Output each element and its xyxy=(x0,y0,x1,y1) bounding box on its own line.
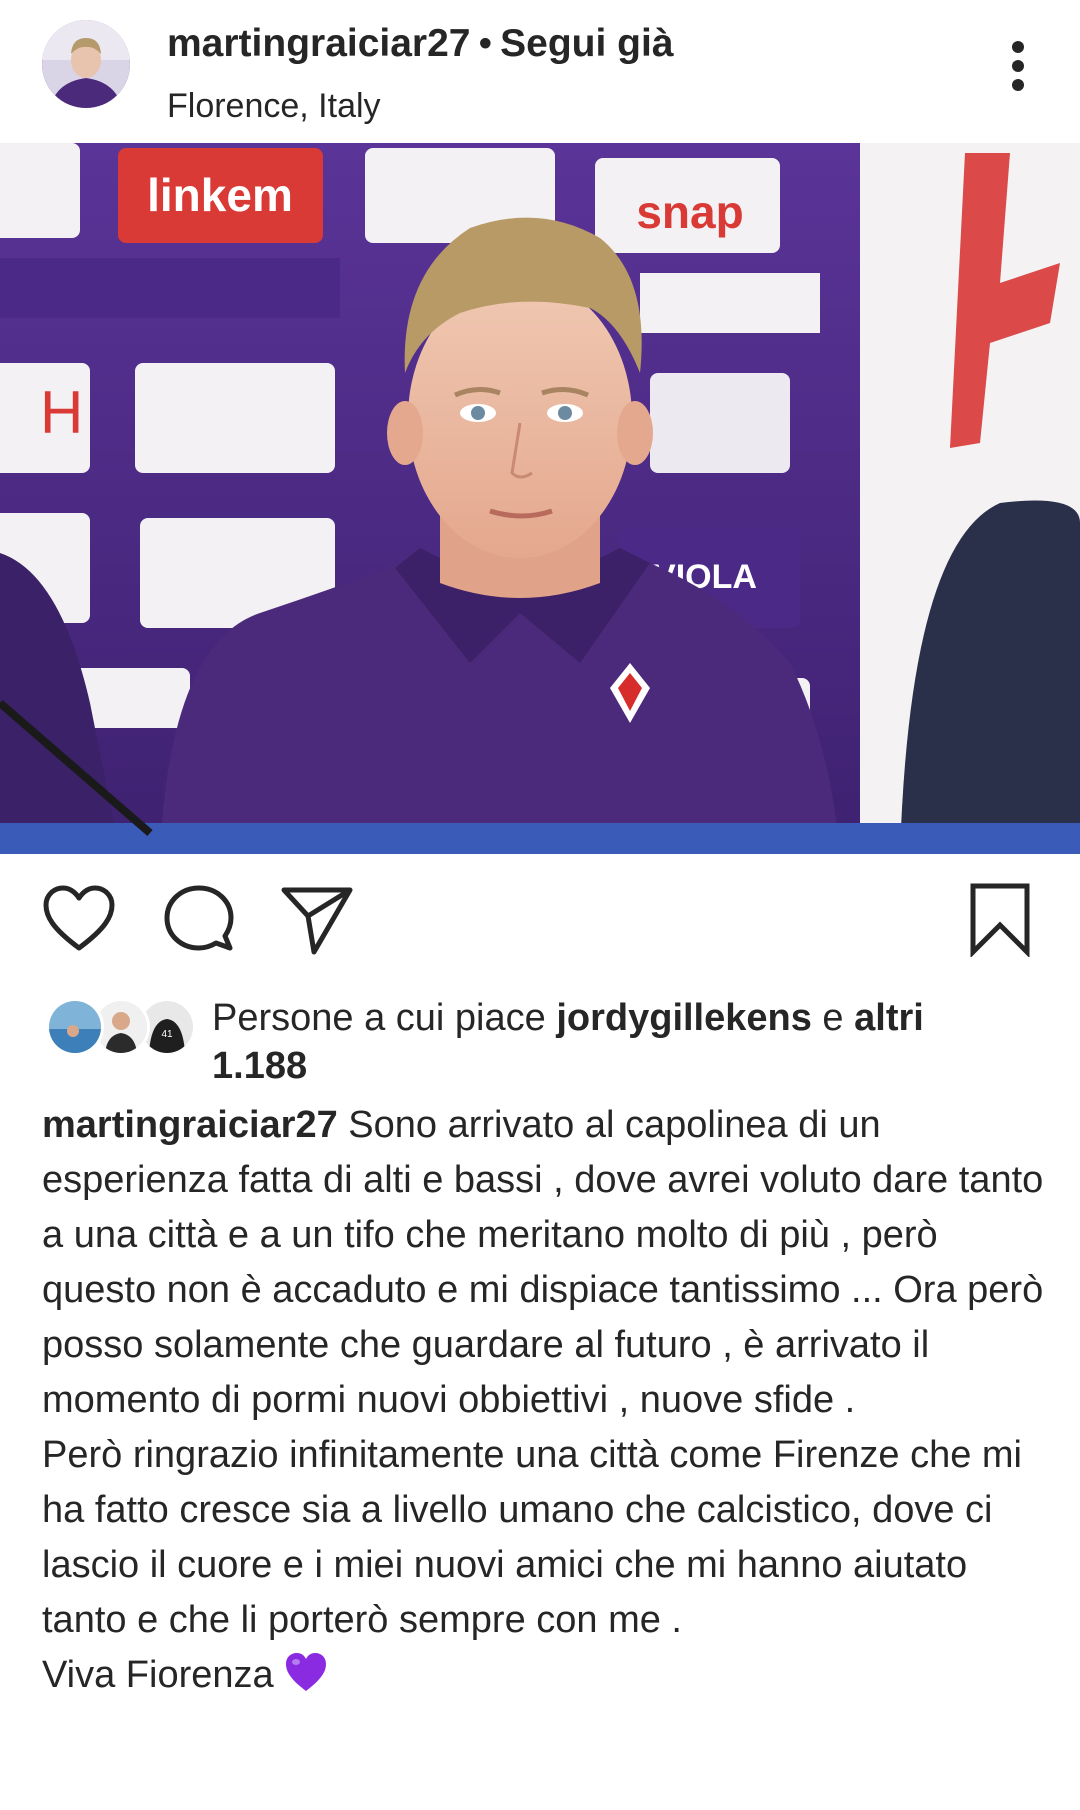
likes-prefix: Persone a cui piace xyxy=(212,997,557,1039)
caption-closing-line: Viva Fiorenza xyxy=(42,1648,1052,1709)
heart-outline-icon xyxy=(43,885,115,951)
svg-text:snap: snap xyxy=(636,186,743,238)
liker-avatar xyxy=(46,998,104,1056)
svg-text:H: H xyxy=(40,379,83,446)
username-link[interactable]: martingraiciar27 xyxy=(167,22,471,65)
purple-heart-icon xyxy=(284,1651,328,1709)
comment-button[interactable] xyxy=(163,884,235,961)
save-button[interactable] xyxy=(968,881,1032,962)
svg-text:linkem: linkem xyxy=(147,169,293,221)
likes-section: 41 Persone a cui piace jordygillekens e … xyxy=(0,984,1080,1094)
post-image[interactable]: linkem snap H VIOLA xyxy=(0,143,1080,854)
likes-summary[interactable]: Persone a cui piace jordygillekens e alt… xyxy=(212,994,1012,1090)
action-bar xyxy=(0,854,1080,984)
share-button[interactable] xyxy=(280,884,354,961)
caption-closing-text: Viva Fiorenza xyxy=(42,1654,274,1696)
svg-text:41: 41 xyxy=(161,1029,173,1040)
post-caption: martingraiciar27 Sono arrivato al capoli… xyxy=(42,1098,1052,1709)
more-vertical-icon xyxy=(1012,41,1024,91)
follow-status-button[interactable]: Segui già xyxy=(500,22,673,65)
paper-plane-icon xyxy=(281,887,353,955)
likes-others-label[interactable]: altri xyxy=(854,997,924,1039)
caption-paragraph: martingraiciar27 Sono arrivato al capoli… xyxy=(42,1098,1052,1428)
comment-bubble-icon xyxy=(164,885,234,951)
likes-conjunction: e xyxy=(811,997,855,1039)
more-options-button[interactable] xyxy=(1004,40,1032,92)
caption-username-link[interactable]: martingraiciar27 xyxy=(42,1104,338,1146)
bookmark-outline-icon xyxy=(970,883,1030,959)
separator-dot: • xyxy=(478,22,493,65)
location-link[interactable]: Florence, Italy xyxy=(167,87,381,126)
username-line: martingraiciar27 • Segui già xyxy=(167,22,674,66)
caption-paragraph: Però ringrazio infinitamente una città c… xyxy=(42,1434,1023,1641)
liker-username-link[interactable]: jordygillekens xyxy=(556,997,812,1039)
likes-count[interactable]: 1.188 xyxy=(212,1045,307,1087)
like-button[interactable] xyxy=(42,884,116,959)
profile-avatar[interactable] xyxy=(42,20,130,108)
post-header: martingraiciar27 • Segui già Florence, Ita… xyxy=(0,0,1080,143)
caption-text: Sono arrivato al capolinea di un esperie… xyxy=(42,1104,1044,1421)
